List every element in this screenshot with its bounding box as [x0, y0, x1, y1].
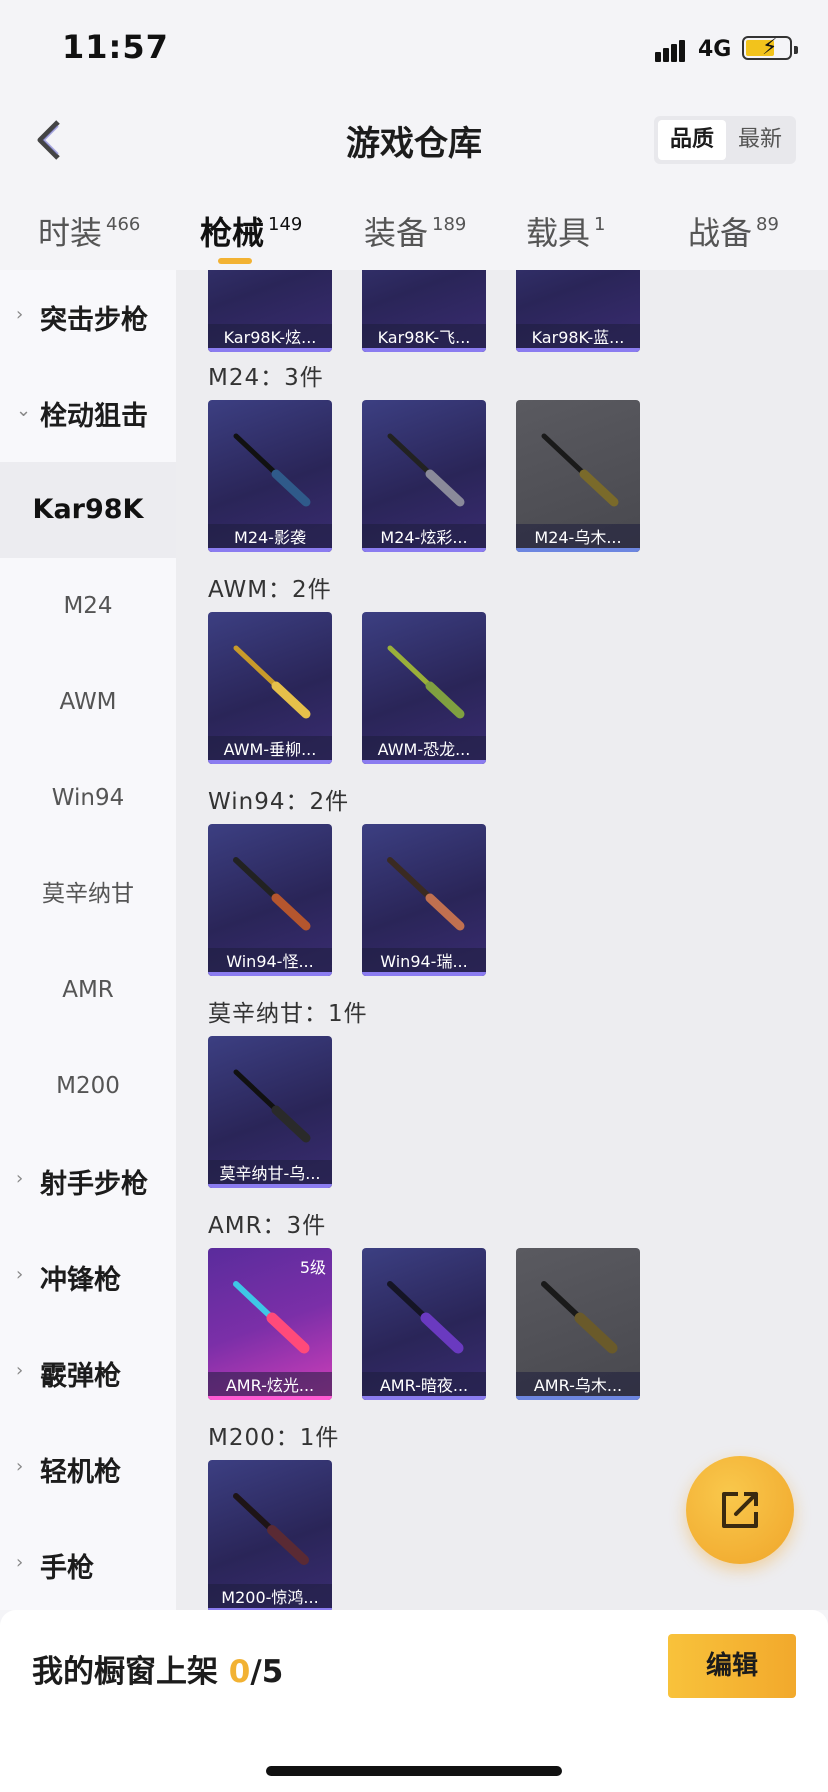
tab-fashion[interactable]: 时装 466 — [38, 208, 140, 258]
battery-icon: ⚡ — [742, 35, 798, 60]
sidebar-item-lmg[interactable]: › 轻机枪 — [0, 1422, 176, 1518]
group-title: M24：3件 — [208, 365, 324, 391]
chevron-right-icon: › — [16, 1552, 24, 1573]
rifle-icon — [233, 1281, 310, 1354]
sidebar-item-assault-rifle[interactable]: › 突击步枪 — [0, 270, 176, 366]
chevron-right-icon: › — [16, 1168, 24, 1189]
sort-quality-button[interactable]: 品质 — [658, 120, 726, 160]
sidebar-subitem-mosin[interactable]: 莫辛纳甘 — [0, 846, 176, 942]
rifle-icon — [541, 1281, 618, 1354]
network-type: 4G — [698, 37, 732, 62]
sidebar-item-label: 轻机枪 — [40, 1457, 121, 1488]
sidebar-item-label: 射手步枪 — [40, 1169, 148, 1200]
group-title: AWM：2件 — [208, 577, 332, 603]
rifle-icon — [233, 433, 311, 507]
sidebar-item-label: 冲锋枪 — [40, 1265, 121, 1296]
nav-header: 游戏仓库 品质 最新 — [0, 100, 828, 180]
showcase-label: 我的橱窗上架 — [32, 1654, 218, 1690]
sidebar-item-shotgun[interactable]: › 霰弹枪 — [0, 1326, 176, 1422]
status-time: 11:57 — [62, 28, 169, 66]
chevron-right-icon: › — [16, 1456, 24, 1477]
tab-label: 载具 — [526, 214, 591, 252]
showcase-total: /5 — [250, 1654, 284, 1690]
group-title: 莫辛纳甘：1件 — [208, 1001, 368, 1027]
sidebar-subitem-amr[interactable]: AMR — [0, 942, 176, 1038]
chevron-right-icon: › — [16, 1360, 24, 1381]
bottom-bar: 我的橱窗上架 0/5 编辑 — [0, 1610, 828, 1792]
rifle-icon — [233, 1493, 309, 1565]
item-card[interactable]: AMR-乌木... — [516, 1248, 640, 1400]
rifle-icon — [387, 1281, 464, 1354]
group-title: Win94：2件 — [208, 789, 350, 815]
chevron-right-icon: › — [16, 1264, 24, 1285]
item-label: M200-惊鸿... — [208, 1584, 332, 1610]
item-card[interactable]: Kar98K-蓝... — [516, 270, 640, 352]
share-external-icon — [722, 1492, 758, 1528]
category-tabs: 时装 466 枪械 149 装备 189 载具 1 战备 89 — [0, 190, 828, 270]
tab-count: 466 — [106, 214, 141, 235]
rifle-icon — [233, 645, 311, 719]
item-card[interactable]: 莫辛纳甘-乌... — [208, 1036, 332, 1188]
showcase-used-count: 0 — [228, 1654, 251, 1690]
tab-count: 189 — [432, 214, 467, 235]
status-bar: 11:57 4G ⚡ — [0, 0, 828, 100]
sidebar-subitem-m24[interactable]: M24 — [0, 558, 176, 654]
tab-vehicles[interactable]: 载具 1 — [526, 208, 605, 258]
sidebar-subitem-win94[interactable]: Win94 — [0, 750, 176, 846]
category-sidebar: › 突击步枪 ⌄ 栓动狙击 Kar98K M24 AWM Win94 莫辛纳甘 … — [0, 270, 176, 1610]
sidebar-item-label: 霰弹枪 — [40, 1361, 121, 1392]
item-card[interactable]: M24-炫彩... — [362, 400, 486, 552]
item-card[interactable]: Kar98K-炫... — [208, 270, 332, 352]
edit-button[interactable]: 编辑 — [668, 1634, 796, 1698]
tab-count: 149 — [268, 214, 303, 235]
rifle-icon — [387, 433, 465, 507]
item-grid: Kar98K-炫... Kar98K-飞... Kar98K-蓝... M24：… — [176, 270, 828, 1610]
tab-guns[interactable]: 枪械 149 — [200, 208, 303, 264]
rifle-icon — [387, 857, 465, 931]
chevron-down-icon: ⌄ — [16, 400, 32, 421]
rifle-icon — [541, 433, 619, 507]
tab-equipment[interactable]: 装备 189 — [364, 208, 466, 258]
tab-count: 89 — [756, 214, 779, 235]
group-title: AMR：3件 — [208, 1213, 327, 1239]
share-button[interactable] — [686, 1456, 794, 1564]
signal-icon — [655, 38, 691, 62]
item-card[interactable]: M24-影袭 — [208, 400, 332, 552]
sidebar-subitem-awm[interactable]: AWM — [0, 654, 176, 750]
tab-label: 枪械 — [200, 214, 265, 252]
showcase-status: 我的橱窗上架 0/5 — [32, 1646, 283, 1691]
tab-label: 时装 — [38, 214, 103, 252]
item-card[interactable]: Kar98K-飞... — [362, 270, 486, 352]
tab-label: 战备 — [688, 214, 753, 252]
sidebar-item-pistol[interactable]: › 手枪 — [0, 1518, 176, 1614]
item-card[interactable]: M200-惊鸿... — [208, 1460, 332, 1610]
sidebar-item-marksman-rifle[interactable]: › 射手步枪 — [0, 1134, 176, 1230]
active-tab-indicator — [218, 258, 252, 264]
item-card[interactable]: Win94-怪... — [208, 824, 332, 976]
tab-label: 装备 — [364, 214, 429, 252]
sidebar-item-label: 突击步枪 — [40, 305, 148, 336]
sidebar-subitem-m200[interactable]: M200 — [0, 1038, 176, 1134]
item-card[interactable]: AWM-恐龙... — [362, 612, 486, 764]
item-card[interactable]: M24-乌木... — [516, 400, 640, 552]
sort-newest-button[interactable]: 最新 — [726, 120, 794, 160]
item-card[interactable]: Win94-瑞... — [362, 824, 486, 976]
sidebar-item-label: 手枪 — [40, 1553, 94, 1584]
rifle-icon — [233, 857, 311, 931]
tab-supplies[interactable]: 战备 89 — [688, 208, 779, 258]
tab-count: 1 — [594, 214, 606, 235]
item-card[interactable]: AMR-暗夜... — [362, 1248, 486, 1400]
sidebar-item-label: 栓动狙击 — [40, 401, 148, 432]
sort-toggle: 品质 最新 — [654, 116, 796, 164]
rifle-icon — [233, 1069, 311, 1143]
item-card[interactable]: 5级 AMR-炫光... — [208, 1248, 332, 1400]
group-title: M200：1件 — [208, 1425, 340, 1451]
sidebar-item-bolt-sniper[interactable]: ⌄ 栓动狙击 — [0, 366, 176, 462]
sidebar-item-smg[interactable]: › 冲锋枪 — [0, 1230, 176, 1326]
chevron-right-icon: › — [16, 304, 24, 325]
home-indicator[interactable] — [266, 1766, 562, 1776]
rifle-icon — [387, 645, 465, 719]
item-card[interactable]: AWM-垂柳... — [208, 612, 332, 764]
sidebar-subitem-kar98k[interactable]: Kar98K — [0, 462, 176, 558]
